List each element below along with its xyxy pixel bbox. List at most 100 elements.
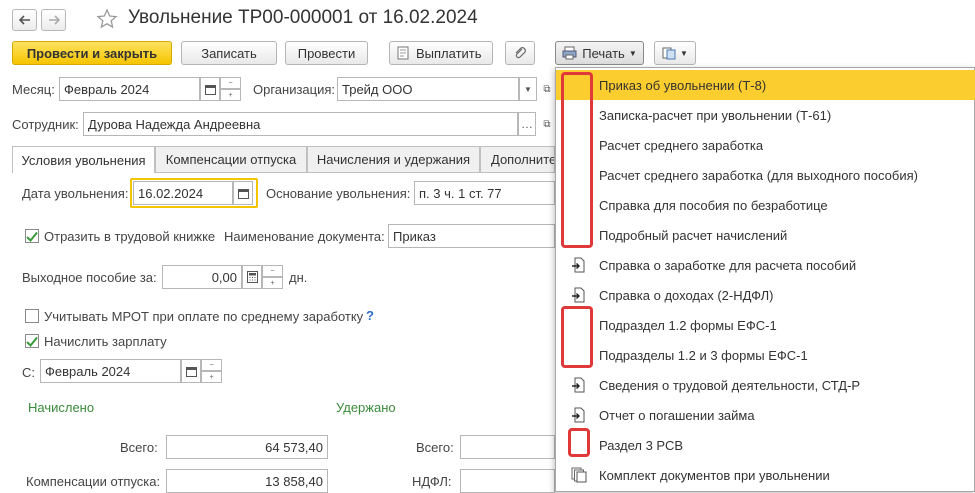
document-name-label: Наименование документа: [224, 229, 385, 244]
menu-item-loan-report[interactable]: Отчет о погашении займа [556, 400, 975, 430]
menu-item-note-t61[interactable]: Записка-расчет при увольнении (Т-61) [556, 100, 975, 130]
open-link-icon[interactable]: ⧉ [539, 112, 555, 136]
chevron-down-icon: ▼ [628, 48, 637, 58]
post-and-close-button[interactable]: Провести и закрыть [12, 41, 172, 65]
menu-item-unemployment-certificate[interactable]: Справка для пособия по безработице [556, 190, 975, 220]
menu-item-label: Раздел 3 РСВ [599, 437, 684, 453]
menu-item-efs1-subsections-1-2-3[interactable]: Подразделы 1.2 и 3 формы ЕФС-1 [556, 340, 975, 370]
month-input[interactable]: Февраль 2024 [59, 77, 200, 101]
month-stepper[interactable]: − + [220, 77, 241, 101]
save-button[interactable]: Записать [181, 41, 277, 65]
forward-button[interactable] [41, 9, 66, 31]
ndfl-label: НДФЛ: [412, 474, 452, 489]
tab-accruals-deductions[interactable]: Начисления и удержания [307, 146, 480, 172]
document-name-input[interactable]: Приказ [388, 224, 555, 248]
post-button[interactable]: Провести [285, 41, 368, 65]
calendar-button[interactable] [233, 181, 253, 205]
from-label: С: [22, 365, 35, 380]
compensation-label: Компенсации отпуска: [26, 474, 161, 489]
tab-additional[interactable]: Дополните [480, 146, 555, 172]
tab-dismissal-conditions[interactable]: Условия увольнения [12, 146, 155, 173]
employee-input[interactable]: Дурова Надежда Андреевна [83, 112, 518, 136]
checkmark-icon [26, 231, 38, 242]
menu-item-label: Справка для пособия по безработице [599, 197, 828, 213]
accrue-salary-label: Начислить зарплату [44, 334, 167, 349]
checkmark-icon [26, 336, 38, 347]
organization-input[interactable]: Трейд ООО [337, 77, 519, 101]
print-label: Печать [582, 45, 625, 61]
employee-label: Сотрудник: [12, 117, 79, 132]
calculator-icon [246, 271, 258, 283]
pay-button[interactable]: Выплатить [389, 41, 493, 65]
menu-item-label: Справка о доходах (2-НДФЛ) [599, 287, 774, 303]
menu-item-efs1-subsection-1-2[interactable]: Подраздел 1.2 формы ЕФС-1 [556, 310, 975, 340]
print-menu: Приказ об увольнении (Т-8) Записка-расче… [555, 67, 975, 492]
dismissal-date-input[interactable]: 16.02.2024 [133, 181, 233, 205]
menu-item-order-t8[interactable]: Приказ об увольнении (Т-8) [556, 70, 975, 100]
menu-item-label: Приказ об увольнении (Т-8) [599, 77, 767, 93]
open-link-icon[interactable]: ⧉ [539, 77, 555, 101]
favorite-star-icon[interactable] [96, 8, 118, 33]
document-arrow-icon [572, 287, 585, 303]
accrue-salary-checkbox[interactable] [25, 334, 39, 348]
annotation-highlight [561, 306, 593, 368]
total-accrued-value: 64 573,40 [166, 435, 328, 459]
reason-input[interactable]: п. 3 ч. 1 ст. 77 [414, 181, 555, 205]
menu-item-earnings-certificate[interactable]: Справка о заработке для расчета пособий [556, 250, 975, 280]
dismissal-date-label: Дата увольнения: [22, 186, 129, 201]
arrow-right-icon [48, 15, 60, 25]
menu-item-label: Отчет о погашении займа [599, 407, 755, 423]
document-arrow-icon [572, 257, 585, 273]
menu-item-label: Комплект документов при увольнении [599, 467, 830, 483]
severance-stepper[interactable]: − + [262, 265, 283, 289]
back-button[interactable] [12, 9, 37, 31]
annotation-highlight [568, 428, 590, 457]
accrued-header: Начислено [28, 400, 95, 415]
withheld-header: Удержано [336, 400, 396, 415]
from-month-stepper[interactable]: − + [201, 359, 222, 383]
menu-item-average-earnings[interactable]: Расчет среднего заработка [556, 130, 975, 160]
help-icon[interactable]: ? [366, 308, 374, 323]
chevron-down-icon: ▼ [680, 48, 688, 58]
withheld-total-label: Всего: [416, 440, 454, 455]
menu-item-label: Подраздел 1.2 формы ЕФС-1 [599, 317, 777, 333]
chevron-down-icon: ▼ [524, 84, 532, 94]
menu-item-income-certificate-2ndfl[interactable]: Справка о доходах (2-НДФЛ) [556, 280, 975, 310]
mrot-checkbox[interactable] [25, 309, 39, 323]
print-button[interactable]: Печать ▼ [555, 41, 644, 65]
menu-item-document-set[interactable]: Комплект документов при увольнении [556, 460, 975, 490]
pay-label: Выплатить [416, 45, 482, 61]
workbook-checkbox[interactable] [25, 229, 39, 243]
document-arrow-icon [572, 407, 585, 423]
page-title: Увольнение ТР00-000001 от 16.02.2024 [128, 7, 478, 28]
menu-item-std-r[interactable]: Сведения о трудовой деятельности, СТД-Р [556, 370, 975, 400]
ndfl-value [460, 469, 555, 493]
calendar-button[interactable] [181, 359, 201, 383]
from-month-input[interactable]: Февраль 2024 [40, 359, 181, 383]
compensation-value: 13 858,40 [166, 469, 328, 493]
attach-button[interactable] [505, 41, 535, 65]
menu-item-label: Расчет среднего заработка (для выходного… [599, 167, 918, 183]
organization-label: Организация: [253, 82, 336, 97]
arrow-left-icon [18, 15, 30, 25]
severance-label: Выходное пособие за: [22, 270, 157, 285]
menu-item-detailed-calculation[interactable]: Подробный расчет начислений [556, 220, 975, 250]
severance-input[interactable]: 0,00 [162, 265, 242, 289]
menu-item-average-earnings-severance[interactable]: Расчет среднего заработка (для выходного… [556, 160, 975, 190]
calendar-button[interactable] [200, 77, 220, 101]
create-based-on-button[interactable]: ▼ [654, 41, 696, 65]
tab-vacation-compensation[interactable]: Компенсации отпуска [155, 146, 307, 172]
document-icon [397, 46, 409, 60]
menu-item-rsv-section-3[interactable]: Раздел 3 РСВ [556, 430, 975, 460]
document-arrow-icon [572, 377, 585, 393]
month-label: Месяц: [12, 82, 55, 97]
select-employee-button[interactable]: … [518, 112, 536, 136]
menu-item-label: Записка-расчет при увольнении (Т-61) [599, 107, 832, 123]
mrot-label: Учитывать МРОТ при оплате по среднему за… [44, 309, 364, 324]
menu-item-label: Справка о заработке для расчета пособий [599, 257, 857, 273]
calendar-icon [185, 366, 197, 377]
calculator-button[interactable] [242, 265, 262, 289]
annotation-highlight [561, 72, 593, 248]
calendar-icon [204, 84, 216, 95]
organization-dropdown[interactable]: ▼ [519, 77, 537, 101]
